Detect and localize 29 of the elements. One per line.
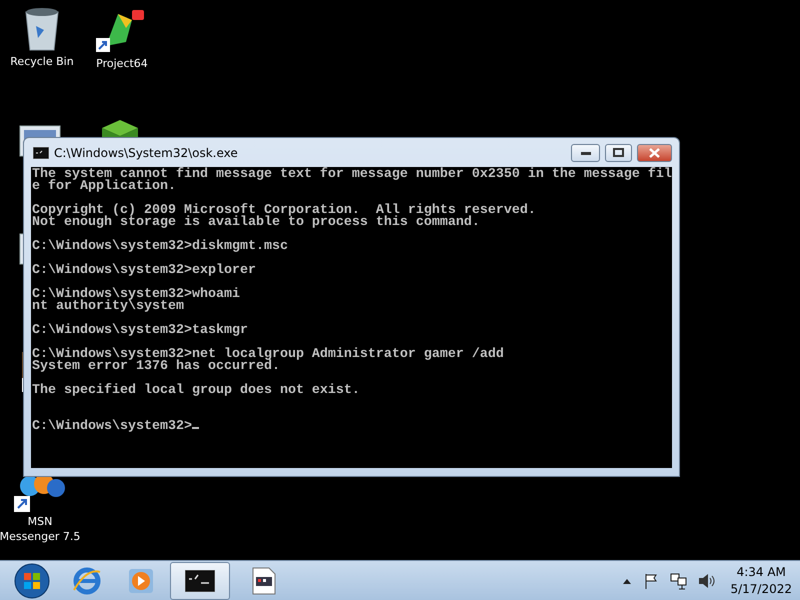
desktop-icon-label[interactable]: Project64	[96, 56, 148, 71]
console-line: Not enough storage is available to process this command.	[32, 215, 480, 230]
console-line: C:\Windows\system32>diskmgmt.msc	[32, 239, 288, 254]
maximize-button[interactable]	[605, 144, 632, 162]
show-hidden-icons-icon[interactable]	[622, 576, 632, 584]
desktop-icon-label[interactable]: Recycle Bin	[10, 54, 74, 69]
console-line: C:\Windows\system32>explorer	[32, 263, 256, 278]
console-line: e for Application.	[32, 179, 176, 194]
minimize-button[interactable]	[571, 144, 600, 162]
keyboard-window-icon	[252, 566, 276, 594]
close-button[interactable]	[637, 144, 672, 162]
desktop-icon-label[interactable]: MSN Messenger 7.5	[0, 514, 80, 544]
maximize-icon	[613, 148, 624, 157]
console-icon	[33, 146, 49, 158]
minimize-icon	[580, 150, 590, 154]
volume-icon[interactable]	[698, 572, 716, 588]
close-icon	[649, 148, 660, 158]
command-prompt[interactable]: C:\Windows\system32>	[32, 419, 192, 434]
window-title: C:\Windows\System32\osk.exe	[54, 146, 239, 160]
network-icon[interactable]	[670, 572, 688, 590]
browser-icon	[72, 566, 102, 596]
console-line: nt authority\system	[32, 299, 184, 314]
clock-time[interactable]: 4:34 AM	[736, 564, 786, 580]
console-icon	[185, 570, 215, 592]
taskbar-button[interactable]	[170, 562, 230, 600]
clock-date[interactable]: 5/17/2022	[730, 580, 792, 598]
console-line: System error 1376 has occurred.	[32, 359, 280, 374]
console-line: The specified local group does not exist.	[32, 383, 360, 398]
console-line: C:\Windows\system32>taskmgr	[32, 323, 248, 338]
